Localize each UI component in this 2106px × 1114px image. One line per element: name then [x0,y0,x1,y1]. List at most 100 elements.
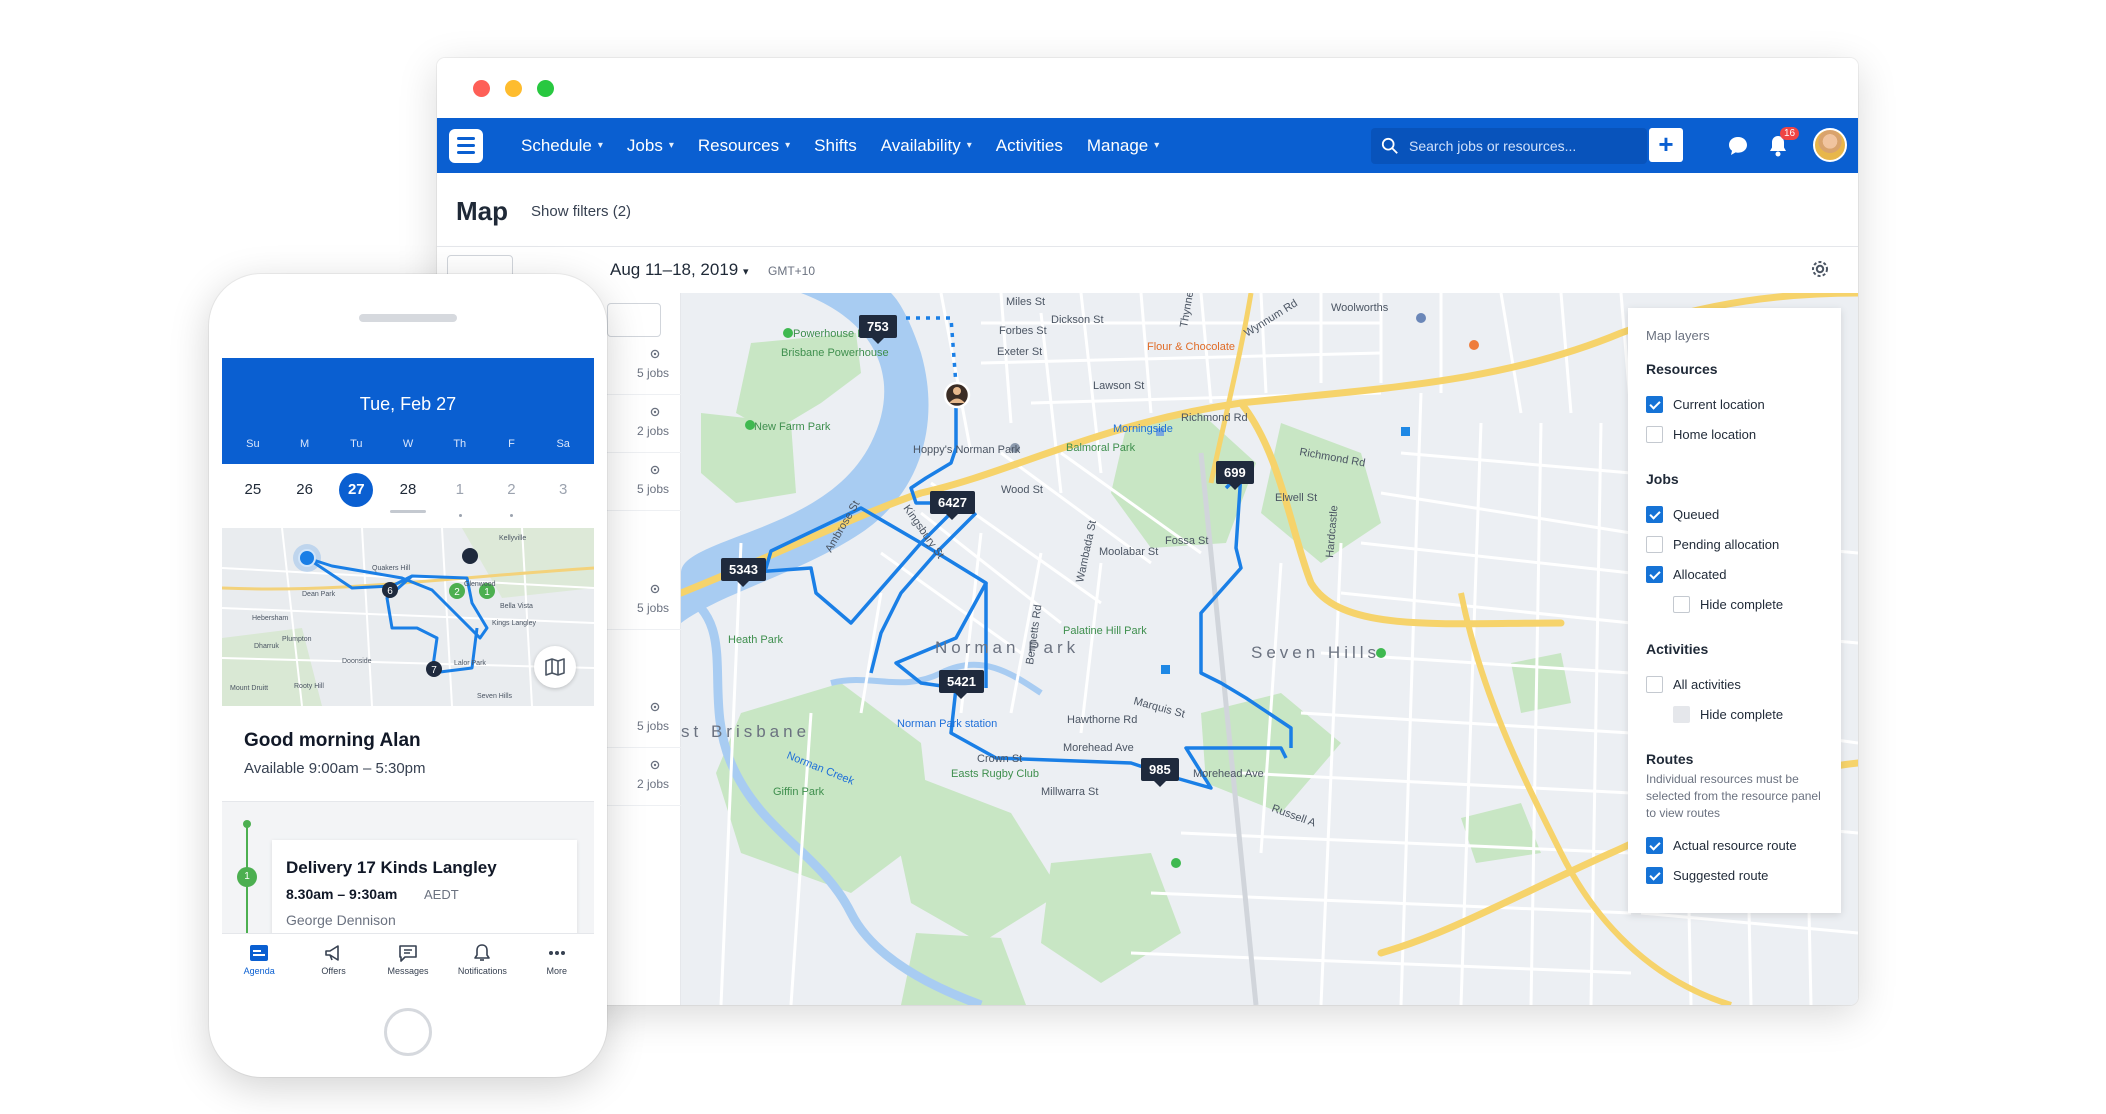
nav-availability[interactable]: Availability ▾ [869,136,984,156]
mobile-stop-7[interactable]: 7 [426,661,442,677]
day-1[interactable]: 1 [434,464,486,528]
add-button[interactable]: + [1649,128,1683,162]
chat-icon[interactable] [1727,135,1749,157]
day-25[interactable]: 25 [227,464,279,528]
checkbox[interactable] [1646,675,1663,693]
checkbox[interactable] [1646,425,1663,443]
resource-job-count: 5 jobs [636,482,669,496]
day-3[interactable]: 3 [537,464,589,528]
job-marker[interactable]: 5343 [721,558,766,587]
routes-note: Individual resources must be selected fr… [1646,772,1821,820]
map-label: Hebersham [252,615,288,622]
mobile-stop-2[interactable]: 2 [449,583,465,599]
tab-messages[interactable]: Messages [372,934,444,985]
day-26[interactable]: 26 [279,464,331,528]
layer-jobs-hide-complete[interactable]: Hide complete [1673,589,1823,619]
layer-label: Queued [1673,506,1720,522]
date-range-picker[interactable]: Aug 11–18, 2019 ▾ [610,260,749,280]
job-marker[interactable]: 6427 [930,491,975,520]
park-area [1461,803,1541,863]
map-label: Kings Langley [492,620,536,627]
layer-home-location[interactable]: Home location [1646,419,1823,449]
job-marker[interactable]: 985 [1141,758,1179,787]
checkbox[interactable] [1646,535,1663,553]
close-window-button[interactable] [473,80,490,97]
map-label: Miles St [1006,296,1045,308]
mobile-route-map[interactable]: 6 2 1 7 Quakers Hill Kellyville Glenwood… [222,528,594,706]
day-number: 2 [507,481,516,498]
layer-actual-route[interactable]: Actual resource route [1646,830,1823,860]
resource-job-count: 5 jobs [636,719,669,733]
more-icon [548,951,565,955]
minimize-window-button[interactable] [505,80,522,97]
map-label: Woolworths [1331,302,1389,314]
checkbox[interactable] [1646,836,1663,854]
layer-label: All activities [1673,676,1741,692]
map-layers-panel: Map layers Resources Current location Ho… [1628,308,1841,913]
search-input[interactable] [1407,137,1627,155]
map-label: Millwarra St [1041,786,1098,798]
map-label: Norman Park [935,638,1079,657]
chevron-down-icon: ▾ [966,140,972,151]
checkbox[interactable] [1646,866,1663,884]
resource-location-marker[interactable] [943,381,971,409]
global-search [1371,128,1647,164]
mobile-stop-6[interactable]: 6 [382,582,398,598]
map-label: Forbes St [999,325,1047,337]
tab-label: More [546,966,567,976]
location-pin-icon [650,702,660,712]
shop-pin-icon [1416,313,1426,323]
app-logo[interactable] [449,128,483,163]
checkbox[interactable] [1646,395,1663,413]
nav-schedule[interactable]: Schedule ▾ [509,136,615,156]
chevron-down-icon: ▾ [785,140,791,151]
show-filters-button[interactable]: Show filters (2) [531,203,631,220]
tab-agenda[interactable]: Agenda [223,934,295,985]
nav-jobs[interactable]: Jobs ▾ [615,136,686,156]
checkbox[interactable] [1673,595,1690,613]
layer-suggested-route[interactable]: Suggested route [1646,860,1823,890]
day-number: 25 [244,481,262,498]
tab-more[interactable]: More [521,934,593,985]
page-title: Map [456,196,508,226]
maximize-window-button[interactable] [537,80,554,97]
checkbox[interactable] [1646,505,1663,523]
message-icon [399,945,417,962]
layer-all-activities[interactable]: All activities [1646,669,1823,699]
week-strip: 25 26 27 28 1 2 3 [222,464,594,528]
event-dot [510,514,514,517]
day-28[interactable]: 28 [382,464,434,528]
tab-notifications[interactable]: Notifications [446,934,518,985]
map-label: Bella Vista [500,603,533,610]
tab-offers[interactable]: Offers [298,934,370,985]
job-marker[interactable]: 753 [859,315,897,344]
map-label: Rooty Hill [294,683,324,690]
nav-activities[interactable]: Activities [984,136,1075,156]
job-marker[interactable]: 699 [1216,461,1254,490]
user-avatar[interactable] [1813,128,1847,162]
nav-resources[interactable]: Resources ▾ [686,136,802,156]
weekday-label: F [508,438,515,450]
nav-label: Availability [880,135,961,155]
gear-icon[interactable] [1808,257,1832,281]
layer-allocated[interactable]: Allocated [1646,559,1823,589]
nav-label: Activities [995,135,1063,155]
checkbox[interactable] [1646,565,1663,583]
resource-search-input[interactable] [607,303,661,337]
layer-current-location[interactable]: Current location [1646,389,1823,419]
day-2[interactable]: 2 [486,464,538,528]
job-time: 8.30am – 9:30am [286,886,398,902]
drag-handle[interactable] [390,510,426,513]
day-27-selected[interactable]: 27 [330,464,382,528]
home-button[interactable] [384,1008,432,1056]
layer-queued[interactable]: Queued [1646,499,1823,529]
job-marker[interactable]: 5421 [939,670,984,699]
nav-shifts[interactable]: Shifts [802,136,869,156]
map-view-toggle[interactable] [534,646,576,688]
desktop-app-window: Schedule ▾ Jobs ▾ Resources ▾ Shifts Availa… [437,58,1858,1005]
nav-label: Manage [1086,135,1149,155]
layer-pending-allocation[interactable]: Pending allocation [1646,529,1823,559]
nav-manage[interactable]: Manage ▾ [1075,136,1171,156]
map-label: Brisbane Powerhouse [781,347,889,359]
map-label: Balmoral Park [1066,442,1136,454]
